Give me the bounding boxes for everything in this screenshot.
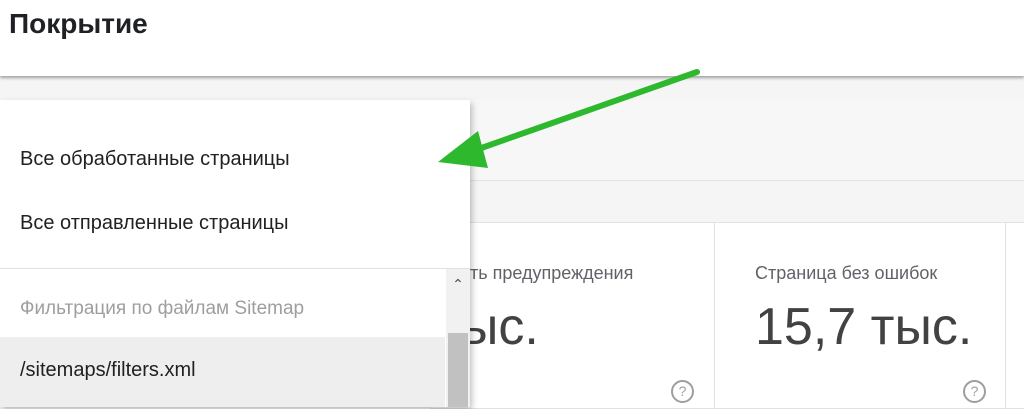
annotation-arrow-icon xyxy=(438,69,700,168)
